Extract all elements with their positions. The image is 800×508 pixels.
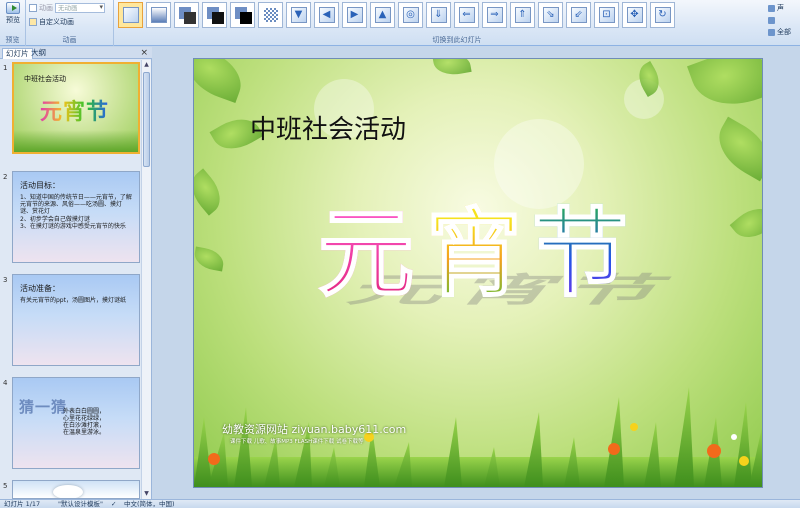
scroll-thumb[interactable]: [143, 72, 150, 167]
leaf-decoration: [194, 59, 250, 104]
preview-button[interactable]: 预览: [3, 2, 23, 25]
ribbon: 预览 预览 动画 无动画 自定义动画 动画 ▼ ◀ ▶ ▲ ◎ ⇓: [0, 0, 800, 46]
slide-preview: 活动准备： 有关元宵节的ppt，汤圆图片，摸灯谜纸: [12, 274, 140, 366]
transition-shape[interactable]: ◎: [398, 2, 423, 28]
cloud-image: [53, 485, 83, 498]
transition-none[interactable]: [118, 2, 143, 28]
transition-group: ▼ ◀ ▶ ▲ ◎ ⇓ ⇐ ⇒ ⇑ ⇘ ⇙ ⊡ ✥ ↻ 声 全部 切换到此幻灯片: [114, 0, 800, 46]
transition-diagonal-right[interactable]: ⇘: [538, 2, 563, 28]
transition-dark[interactable]: [230, 2, 255, 28]
arrow-up-icon: ▲: [378, 9, 387, 20]
big-title-wordart[interactable]: 元 宵 节 元 宵 节: [317, 198, 681, 329]
arrow-down-icon: ▼: [294, 9, 303, 20]
scroll-up-icon[interactable]: ▲: [142, 60, 151, 70]
transition-wipe-up[interactable]: ▲: [370, 2, 395, 28]
slides-panel: 幻灯片 大纲 × 1 中班社会活动 元宵节 2 活动目标： 1、知道中国的传统节…: [0, 47, 152, 499]
animation-row: 动画 无动画: [29, 2, 105, 13]
box-in-icon: ⊡: [602, 9, 611, 20]
arrow-down-icon: ⇓: [434, 9, 443, 20]
box-out-icon: ✥: [630, 9, 639, 20]
grass-decoration: [14, 130, 138, 152]
transition-cut-black[interactable]: [202, 2, 227, 28]
slide-workspace: 中班社会活动 元 宵 节 元 宵 节: [153, 47, 800, 499]
transition-box-in[interactable]: ⊡: [594, 2, 619, 28]
preview-group: 预览 预览: [0, 0, 26, 46]
slide-preview: 中班社会活动 元宵节: [12, 62, 140, 154]
preview-group-label: 预览: [5, 36, 20, 44]
custom-animation-icon: [29, 17, 37, 26]
arrow-right-icon: ▶: [350, 9, 359, 20]
leaf-decoration: [729, 199, 762, 247]
transition-wipe-down[interactable]: ▼: [286, 2, 311, 28]
swirl-icon: ↻: [658, 9, 667, 20]
arrow-right-icon: ⇒: [490, 9, 499, 20]
transition-diagonal-left[interactable]: ⇙: [566, 2, 591, 28]
arrow-left-icon: ◀: [322, 9, 331, 20]
circle-icon: ◎: [406, 9, 415, 20]
website-footer[interactable]: 幼教资源网站 ziyuan.baby611.com: [222, 421, 406, 437]
transition-options: 声 全部: [768, 2, 798, 38]
transition-split-down[interactable]: ⇓: [426, 2, 451, 28]
spellcheck-icon[interactable]: ✓: [111, 500, 116, 508]
wordart-char-jie: 节: [531, 198, 629, 310]
custom-animation-button[interactable]: 自定义动画: [29, 16, 74, 27]
panel-tabs: 幻灯片 大纲 ×: [0, 47, 152, 59]
slide-preview: 猜一猜 外表白白圆圆， 心里花花绿绿， 在白沙滩打滚， 在温泉里游泳。: [12, 377, 140, 469]
transition-group-label: 切换到此幻灯片: [432, 36, 482, 44]
slide-body: 1、知道中国的传统节日——元宵节，了解元宵节的来源、风俗——吃汤圆、摸灯谜、赏花…: [20, 194, 132, 230]
wordart-char-xiao: 宵: [425, 198, 523, 310]
transition-split-right[interactable]: ⇒: [482, 2, 507, 28]
transition-cut[interactable]: [174, 2, 199, 28]
slide-title[interactable]: 中班社会活动: [250, 109, 406, 146]
transition-wipe-right[interactable]: ▶: [342, 2, 367, 28]
arrow-diagonal-icon: ⇘: [546, 9, 555, 20]
bokeh-decoration: [494, 119, 584, 209]
preview-icon: [6, 2, 20, 14]
panel-scrollbar[interactable]: ▲ ▼: [141, 60, 151, 499]
website-subfooter[interactable]: 课件下载 儿歌、故事MP3 FLASH课件下载 试卷下载等: [230, 437, 364, 445]
theme-name: "默认设计模板": [58, 500, 103, 508]
slide-preview: [12, 480, 140, 499]
transition-fade[interactable]: [146, 2, 171, 28]
leaf-decoration: [432, 59, 472, 78]
arrow-left-icon: ⇐: [462, 9, 471, 20]
speed-button[interactable]: [768, 14, 798, 26]
transition-dissolve[interactable]: [258, 2, 283, 28]
tab-outline[interactable]: 大纲: [28, 48, 49, 59]
sound-button[interactable]: 声: [768, 2, 798, 14]
transition-wipe-left[interactable]: ◀: [314, 2, 339, 28]
slide-preview: 活动目标： 1、知道中国的传统节日——元宵节，了解元宵节的来源、风俗——吃汤圆、…: [12, 171, 140, 263]
language[interactable]: 中文(简体，中国): [124, 500, 175, 508]
slide-position: 幻灯片 1/17: [4, 500, 41, 508]
wordart-char-yuan: 元: [317, 198, 415, 310]
transition-gallery: ▼ ◀ ▶ ▲ ◎ ⇓ ⇐ ⇒ ⇑ ⇘ ⇙ ⊡ ✥ ↻: [118, 2, 675, 28]
speaker-icon: [768, 4, 775, 12]
leaf-decoration: [708, 116, 762, 182]
leaf-decoration: [194, 246, 226, 272]
animation-group-label: 动画: [62, 36, 77, 44]
current-slide[interactable]: 中班社会活动 元 宵 节 元 宵 节: [193, 58, 763, 488]
close-icon[interactable]: ×: [140, 47, 148, 59]
slide-body: 有关元宵节的ppt，汤圆图片，摸灯谜纸: [20, 297, 126, 304]
animation-select[interactable]: 无动画: [55, 2, 105, 13]
arrow-diagonal-icon: ⇙: [574, 9, 583, 20]
animation-group: 动画 无动画 自定义动画 动画: [26, 0, 114, 46]
status-bar: 幻灯片 1/17 "默认设计模板" ✓ 中文(简体，中国): [0, 499, 800, 508]
speed-icon: [768, 16, 775, 24]
transition-split-left[interactable]: ⇐: [454, 2, 479, 28]
transition-box-out[interactable]: ✥: [622, 2, 647, 28]
scroll-down-icon[interactable]: ▼: [142, 489, 151, 499]
transition-random[interactable]: ↻: [650, 2, 675, 28]
leaf-decoration: [687, 59, 762, 119]
arrow-up-icon: ⇑: [518, 9, 527, 20]
leaf-decoration: [194, 168, 229, 216]
riddle-text: 外表白白圆圆， 心里花花绿绿， 在白沙滩打滚， 在温泉里游泳。: [63, 408, 106, 436]
transition-cover-up[interactable]: ⇑: [510, 2, 535, 28]
animation-icon: [29, 3, 37, 12]
